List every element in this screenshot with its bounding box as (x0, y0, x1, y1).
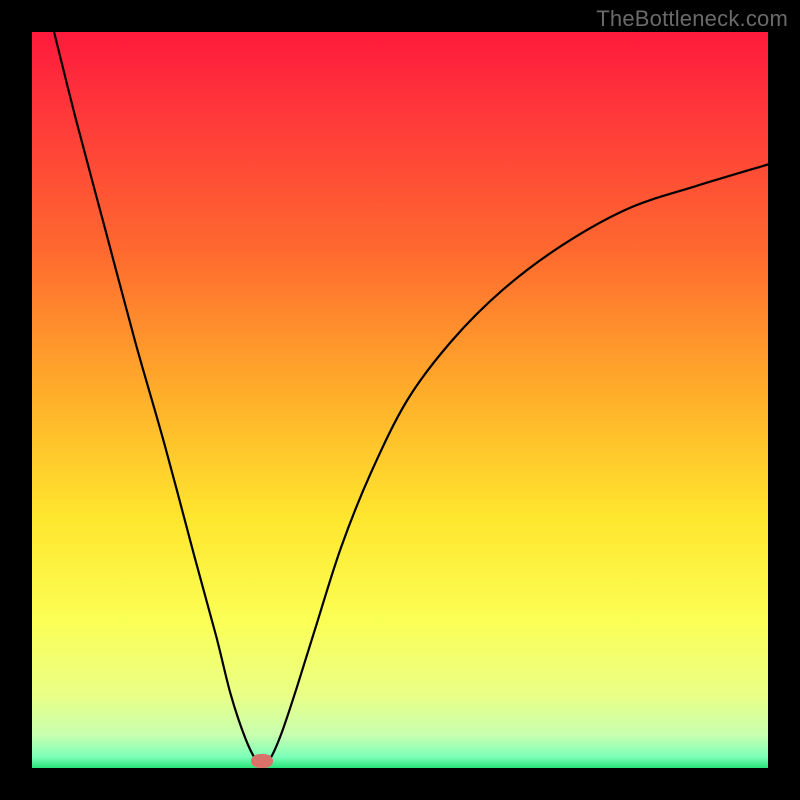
minimum-marker (251, 754, 273, 768)
chart-frame: TheBottleneck.com (0, 0, 800, 800)
plot-area (32, 32, 768, 768)
bottleneck-curve (32, 32, 768, 768)
watermark-text: TheBottleneck.com (596, 6, 788, 32)
